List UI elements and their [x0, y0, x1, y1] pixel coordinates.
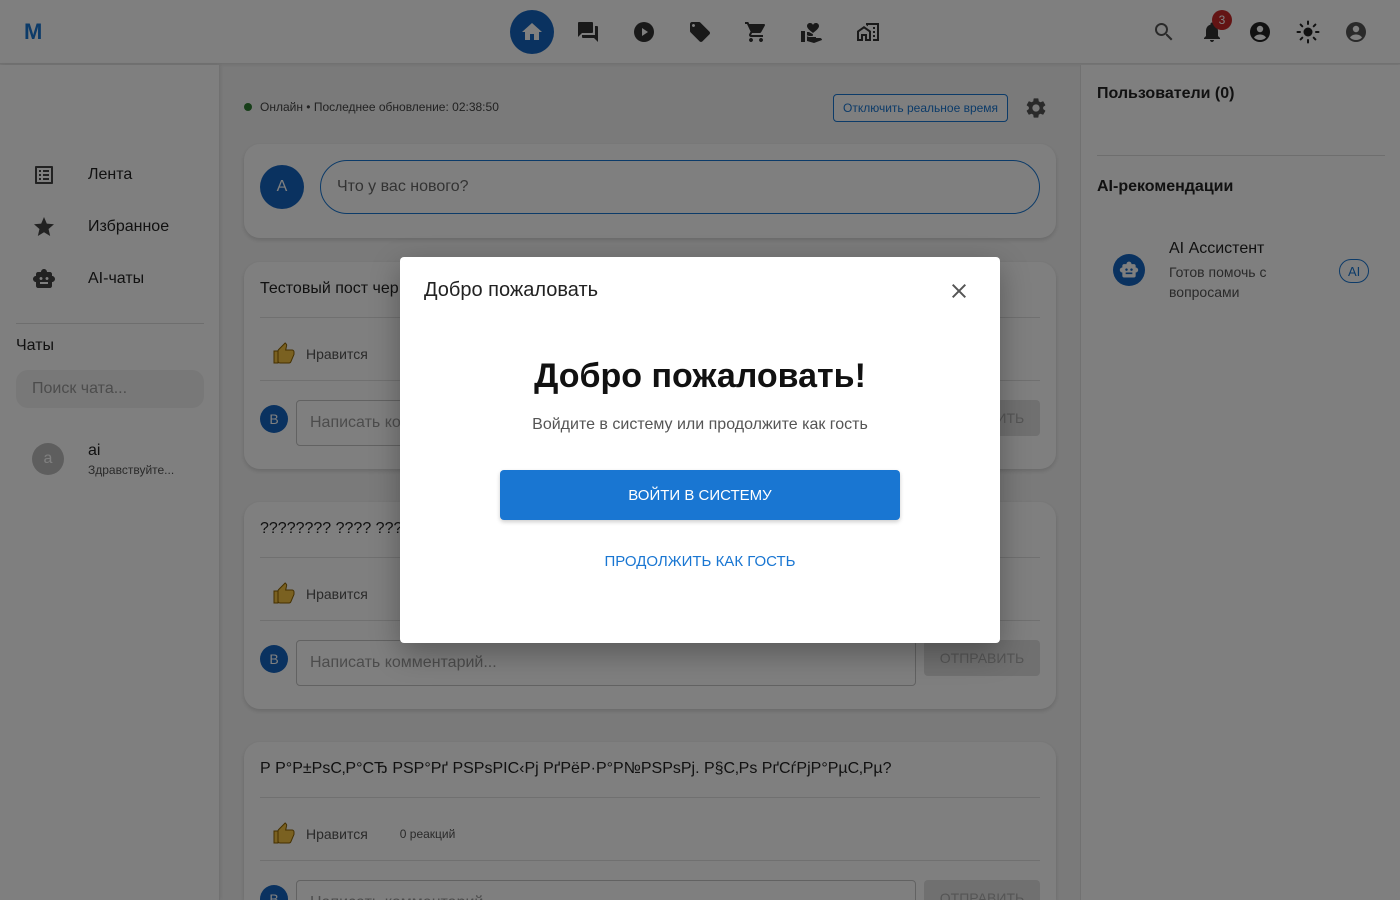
dialog-title: Добро пожаловать	[424, 279, 599, 301]
welcome-dialog: Добро пожаловать Добро пожаловать! Войди…	[400, 257, 1000, 643]
dialog-subtitle: Войдите в систему или продолжите как гос…	[532, 416, 868, 433]
close-icon	[952, 284, 966, 298]
login-button[interactable]: ВОЙТИ В СИСТЕМУ	[500, 470, 900, 520]
close-button[interactable]	[943, 275, 975, 307]
continue-as-guest-button[interactable]: ПРОДОЛЖИТЬ КАК ГОСТЬ	[550, 543, 850, 579]
dialog-heading: Добро пожаловать!	[534, 357, 866, 395]
